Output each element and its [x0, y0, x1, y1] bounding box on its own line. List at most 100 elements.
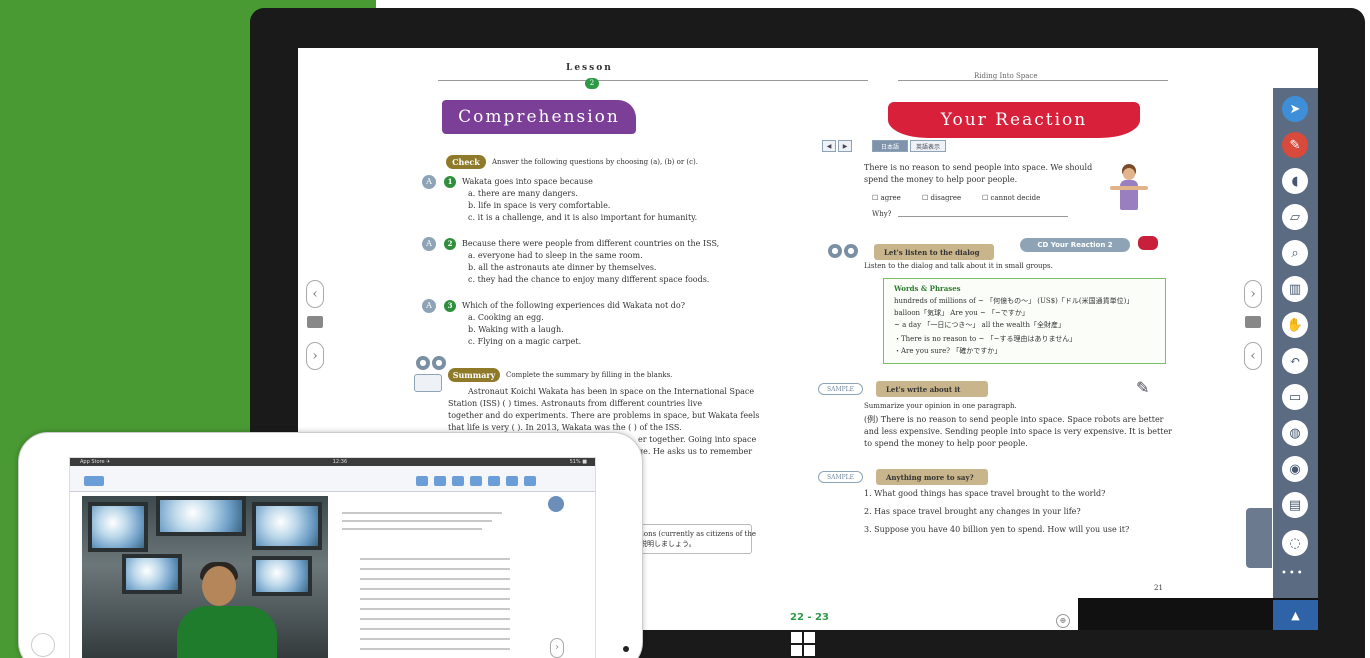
- globe-icon[interactable]: ◍: [1282, 420, 1308, 446]
- tablet-book-icon[interactable]: [434, 476, 446, 486]
- q1-option-b[interactable]: b. life in space is very comfortable.: [468, 200, 610, 212]
- write-sample-line-3: to spend the money to help poor people.: [864, 439, 1028, 448]
- question-number-2: 2: [444, 238, 456, 250]
- prev-page-arrow[interactable]: ‹: [306, 280, 324, 308]
- audio-repeat-icon[interactable]: ●: [432, 356, 446, 370]
- tablet-globe-icon[interactable]: [452, 476, 464, 486]
- q1-stem: Wakata goes into space because: [462, 177, 593, 186]
- cd-your-reaction-link[interactable]: CD Your Reaction 2: [1020, 238, 1130, 252]
- q1-option-a[interactable]: a. there are many dangers.: [468, 188, 578, 200]
- summary-tag: Summary: [448, 368, 500, 382]
- q2-option-c[interactable]: c. they had the chance to enjoy many dif…: [468, 274, 709, 286]
- sample-button-write[interactable]: SAMPLE: [818, 383, 863, 395]
- your-reaction-banner: Your Reaction: [888, 102, 1140, 138]
- more-question-2: 2. Has space travel brought any changes …: [864, 507, 1081, 516]
- page-list-icon-right[interactable]: [1245, 316, 1261, 328]
- q3-stem: Which of the following experiences did W…: [462, 301, 685, 310]
- prev-page-arrow-right[interactable]: ‹: [1244, 342, 1262, 370]
- windows-logo-icon: [791, 632, 815, 656]
- anything-more-tag: Anything more to say?: [876, 469, 988, 485]
- check-instruction: Answer the following questions by choosi…: [492, 158, 699, 166]
- astronaut-head: [202, 566, 236, 606]
- chat-icon[interactable]: ◌: [1282, 530, 1308, 556]
- opinion-option-agree[interactable]: ☐ agree: [872, 192, 901, 204]
- lesson-number-badge: 2: [585, 78, 599, 89]
- right-toolbar: ➤ ✎ ◖ ▱ ⌕ ▥ ✋ ↶ ▭ ◍ ◉ ▤ ◌ •••: [1273, 88, 1318, 598]
- tablet-folder-icon[interactable]: [470, 476, 482, 486]
- more-question-1: 1. What good things has space travel bro…: [864, 489, 1106, 498]
- tablet-text-line: [360, 638, 510, 640]
- pen-icon[interactable]: ✎: [1282, 132, 1308, 158]
- tablet-text-line: [360, 598, 510, 600]
- opinion-option-disagree[interactable]: ☐ disagree: [922, 192, 961, 204]
- tablet-text-line: [360, 648, 510, 650]
- cannot-label: cannot decide: [990, 194, 1041, 202]
- audio-play-icon[interactable]: ●: [416, 356, 430, 370]
- q3-option-b[interactable]: b. Waking with a laugh.: [468, 324, 564, 336]
- tablet-zoom-icon[interactable]: [548, 496, 564, 512]
- note-icon[interactable]: ▤: [1282, 492, 1308, 518]
- cursor-icon[interactable]: ➤: [1282, 96, 1308, 122]
- marker-icon[interactable]: ◖: [1282, 168, 1308, 194]
- tablet-text-line: [360, 568, 510, 570]
- tablet-grid-icon[interactable]: [488, 476, 500, 486]
- next-sentence-button[interactable]: ▶: [838, 140, 852, 152]
- dialog-audio-icon-2[interactable]: ●: [844, 244, 858, 258]
- q3-option-c[interactable]: c. Flying on a magic carpet.: [468, 336, 581, 348]
- screen-icon[interactable]: ▭: [1282, 384, 1308, 410]
- header-rule-right: [898, 80, 1168, 81]
- answer-toggle-q1[interactable]: A: [422, 175, 436, 189]
- summary-note-icon[interactable]: [414, 374, 442, 392]
- words-line-1: hundreds of millions of ~ 「何億もの～」 (US$)「…: [894, 297, 1134, 305]
- english-toggle-button[interactable]: 英語表示: [910, 140, 946, 152]
- tablet-text-line: [360, 618, 510, 620]
- q2-option-b[interactable]: b. all the astronauts ate dinner by them…: [468, 262, 656, 274]
- astronaut-photo: [82, 496, 328, 658]
- sample-button-more[interactable]: SAMPLE: [818, 471, 863, 483]
- jp-note-box: sitions (currently as citizens of the で説…: [628, 524, 756, 554]
- tablet-text-line: [360, 628, 510, 630]
- book-icon[interactable]: ▥: [1282, 276, 1308, 302]
- camera-icon[interactable]: ◉: [1282, 456, 1308, 482]
- tablet-copy-icon[interactable]: [506, 476, 518, 486]
- summary-instruction: Complete the summary by filling in the b…: [506, 371, 673, 379]
- status-right: 51% ■: [569, 459, 587, 465]
- listen-instruction: Listen to the dialog and talk about it i…: [864, 262, 1053, 270]
- q1-option-c[interactable]: c. it is a challenge, and it is also imp…: [468, 212, 697, 224]
- pencil-check-icon: ✎: [1136, 378, 1150, 397]
- words-line-2: balloon「気球」 Are you ~ 「~ですか」: [894, 309, 1029, 317]
- tablet-text-line: [360, 578, 510, 580]
- header-rule-left: [438, 80, 868, 81]
- q2-stem: Because there were people from different…: [462, 239, 720, 248]
- dialog-audio-icon-1[interactable]: ●: [828, 244, 842, 258]
- q3-option-a[interactable]: a. Cooking an egg.: [468, 312, 544, 324]
- woman-illustration: [1110, 164, 1148, 216]
- zoom-icon[interactable]: ⊕: [1056, 614, 1070, 628]
- opinion-option-cannot[interactable]: ☐ cannot decide: [982, 192, 1040, 204]
- next-page-arrow[interactable]: ›: [306, 342, 324, 370]
- toolbar-collapse-button[interactable]: ▲: [1273, 600, 1318, 630]
- japanese-toggle-button[interactable]: 日本語: [872, 140, 908, 152]
- undo-icon[interactable]: ↶: [1282, 348, 1308, 374]
- tablet-search-icon[interactable]: [524, 476, 536, 486]
- window-pane-1: [88, 502, 148, 552]
- more-tools-icon[interactable]: •••: [1281, 568, 1305, 579]
- zoom-page-icon[interactable]: ⌕: [1282, 240, 1308, 266]
- disagree-label: disagree: [930, 194, 962, 202]
- prev-sentence-button[interactable]: ◀: [822, 140, 836, 152]
- page-list-icon[interactable]: [307, 316, 323, 328]
- hand-icon[interactable]: ✋: [1282, 312, 1308, 338]
- answer-toggle-q3[interactable]: A: [422, 299, 436, 313]
- tool-side-panel[interactable]: [1246, 508, 1272, 568]
- eraser-icon[interactable]: ▱: [1282, 204, 1308, 230]
- tablet-next-arrow[interactable]: ›: [550, 638, 564, 658]
- next-page-arrow-right[interactable]: ›: [1244, 280, 1262, 308]
- tablet-page-icon[interactable]: [416, 476, 428, 486]
- q2-option-a[interactable]: a. everyone had to sleep in the same roo…: [468, 250, 643, 262]
- tablet-back-icon[interactable]: [84, 476, 104, 486]
- tablet-home-button[interactable]: [31, 633, 55, 657]
- words-line-3: ~ a day 「一日につき～」 all the wealth「全財産」: [894, 321, 1065, 329]
- window-pane-4: [122, 554, 182, 594]
- check-tag: Check: [446, 155, 486, 169]
- answer-toggle-q2[interactable]: A: [422, 237, 436, 251]
